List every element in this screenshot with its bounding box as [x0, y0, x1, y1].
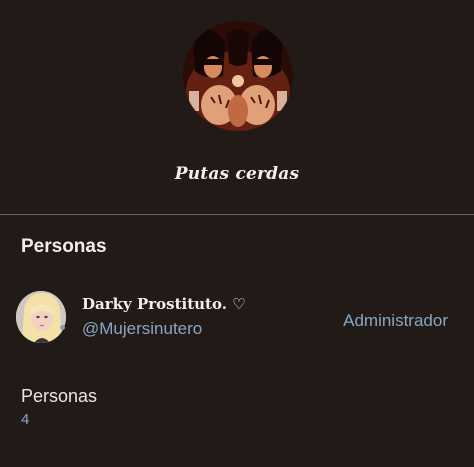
- member-count-label: Personas: [21, 386, 98, 406]
- member-role-badge: Administrador: [343, 311, 448, 330]
- members-section-heading: Personas: [21, 236, 107, 257]
- user-photo-icon: [16, 291, 66, 343]
- section-divider: [0, 214, 474, 215]
- group-name: Putas cerdas: [174, 164, 300, 184]
- online-dot-icon: [60, 325, 65, 330]
- member-display-name[interactable]: Darky Prostituto. ♡: [82, 295, 246, 313]
- group-photo-icon: [183, 21, 293, 131]
- member-avatar[interactable]: [16, 291, 66, 343]
- group-avatar[interactable]: [183, 21, 293, 131]
- member-row[interactable]: Darky Prostituto. ♡ @Mujersinutero Admin…: [0, 285, 474, 351]
- member-count-value[interactable]: 4: [21, 411, 29, 428]
- member-handle[interactable]: @Mujersinutero: [82, 319, 202, 339]
